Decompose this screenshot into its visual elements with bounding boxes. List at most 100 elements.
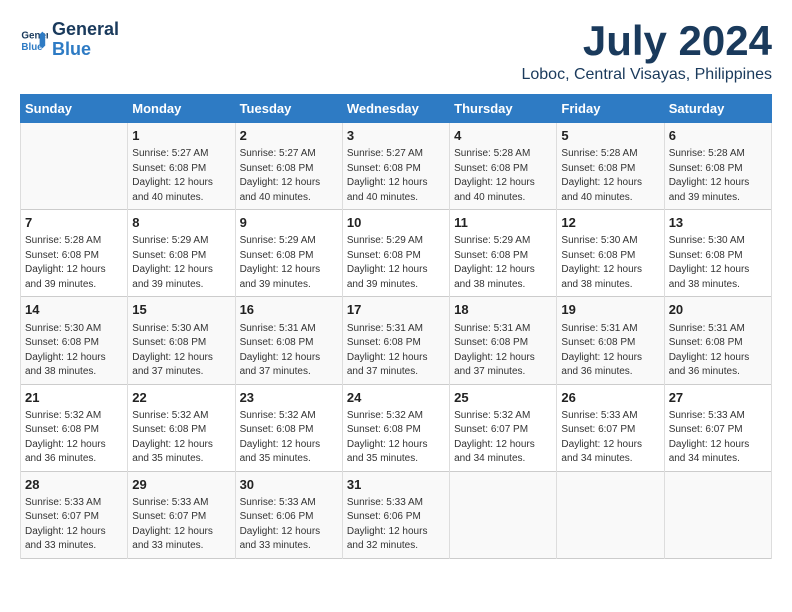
day-content: Sunrise: 5:27 AM Sunset: 6:08 PM Dayligh… (240, 147, 338, 205)
calendar-cell: 22 Sunrise: 5:32 AM Sunset: 6:08 PM Dayli… (128, 384, 235, 471)
calendar-cell: 17Sunrise: 5:31 AM Sunset: 6:08 PM Dayli… (342, 297, 449, 384)
day-content: Sunrise: 5:28 AM Sunset: 6:08 PM Dayligh… (669, 147, 767, 205)
day-number: 27 (669, 389, 767, 407)
calendar-cell: 8Sunrise: 5:29 AM Sunset: 6:08 PM Daylig… (128, 210, 235, 297)
day-content: Sunrise: 5:30 AM Sunset: 6:08 PM Dayligh… (561, 234, 659, 292)
day-content: Sunrise: 5:33 AM Sunset: 6:06 PM Dayligh… (240, 496, 338, 554)
calendar-cell: 15Sunrise: 5:30 AM Sunset: 6:08 PM Dayli… (128, 297, 235, 384)
day-number: 4 (454, 127, 552, 145)
calendar-cell: 1 Sunrise: 5:27 AM Sunset: 6:08 PM Daylig… (128, 123, 235, 210)
header-friday: Friday (557, 95, 664, 123)
day-content: Sunrise: 5:30 AM Sunset: 6:08 PM Dayligh… (25, 322, 123, 380)
header-sunday: Sunday (21, 95, 128, 123)
calendar-week-5: 28 Sunrise: 5:33 AM Sunset: 6:07 PM Dayli… (21, 471, 772, 558)
calendar-cell: 31 Sunrise: 5:33 AM Sunset: 6:06 PM Dayli… (342, 471, 449, 558)
day-content: Sunrise: 5:28 AM Sunset: 6:08 PM Dayligh… (25, 234, 123, 292)
day-number: 7 (25, 214, 123, 232)
day-content: Sunrise: 5:27 AM Sunset: 6:08 PM Dayligh… (132, 147, 230, 205)
calendar-cell: 9Sunrise: 5:29 AM Sunset: 6:08 PM Daylig… (235, 210, 342, 297)
day-content: Sunrise: 5:28 AM Sunset: 6:08 PM Dayligh… (454, 147, 552, 205)
page-title: July 2024 (521, 20, 772, 62)
day-content: Sunrise: 5:32 AM Sunset: 6:07 PM Dayligh… (454, 409, 552, 467)
day-content: Sunrise: 5:33 AM Sunset: 6:07 PM Dayligh… (669, 409, 767, 467)
day-number: 16 (240, 301, 338, 319)
day-content: Sunrise: 5:32 AM Sunset: 6:08 PM Dayligh… (25, 409, 123, 467)
calendar-cell: 13Sunrise: 5:30 AM Sunset: 6:08 PM Dayli… (664, 210, 771, 297)
calendar-cell (557, 471, 664, 558)
calendar-header-row: SundayMondayTuesdayWednesdayThursdayFrid… (21, 95, 772, 123)
calendar-cell: 12 Sunrise: 5:30 AM Sunset: 6:08 PM Dayli… (557, 210, 664, 297)
day-number: 6 (669, 127, 767, 145)
day-number: 20 (669, 301, 767, 319)
day-number: 13 (669, 214, 767, 232)
calendar-cell (21, 123, 128, 210)
calendar-cell: 21Sunrise: 5:32 AM Sunset: 6:08 PM Dayli… (21, 384, 128, 471)
logo-icon: General Blue (20, 26, 48, 54)
day-content: Sunrise: 5:33 AM Sunset: 6:07 PM Dayligh… (561, 409, 659, 467)
calendar-cell: 28 Sunrise: 5:33 AM Sunset: 6:07 PM Dayli… (21, 471, 128, 558)
day-number: 3 (347, 127, 445, 145)
calendar-cell: 4 Sunrise: 5:28 AM Sunset: 6:08 PM Daylig… (450, 123, 557, 210)
calendar-week-2: 7 Sunrise: 5:28 AM Sunset: 6:08 PM Daylig… (21, 210, 772, 297)
day-number: 9 (240, 214, 338, 232)
calendar-cell: 18 Sunrise: 5:31 AM Sunset: 6:08 PM Dayli… (450, 297, 557, 384)
day-number: 31 (347, 476, 445, 494)
header-saturday: Saturday (664, 95, 771, 123)
day-number: 10 (347, 214, 445, 232)
calendar-cell: 20 Sunrise: 5:31 AM Sunset: 6:08 PM Dayli… (664, 297, 771, 384)
header-monday: Monday (128, 95, 235, 123)
calendar-cell: 2 Sunrise: 5:27 AM Sunset: 6:08 PM Daylig… (235, 123, 342, 210)
day-content: Sunrise: 5:31 AM Sunset: 6:08 PM Dayligh… (669, 322, 767, 380)
calendar-cell: 23Sunrise: 5:32 AM Sunset: 6:08 PM Dayli… (235, 384, 342, 471)
header-thursday: Thursday (450, 95, 557, 123)
calendar-cell: 19 Sunrise: 5:31 AM Sunset: 6:08 PM Dayli… (557, 297, 664, 384)
day-content: Sunrise: 5:29 AM Sunset: 6:08 PM Dayligh… (132, 234, 230, 292)
day-content: Sunrise: 5:31 AM Sunset: 6:08 PM Dayligh… (561, 322, 659, 380)
header-wednesday: Wednesday (342, 95, 449, 123)
day-number: 28 (25, 476, 123, 494)
day-number: 2 (240, 127, 338, 145)
calendar-cell: 27 Sunrise: 5:33 AM Sunset: 6:07 PM Dayli… (664, 384, 771, 471)
day-content: Sunrise: 5:30 AM Sunset: 6:08 PM Dayligh… (132, 322, 230, 380)
day-content: Sunrise: 5:33 AM Sunset: 6:06 PM Dayligh… (347, 496, 445, 554)
calendar-cell: 25 Sunrise: 5:32 AM Sunset: 6:07 PM Dayli… (450, 384, 557, 471)
calendar-cell: 7 Sunrise: 5:28 AM Sunset: 6:08 PM Daylig… (21, 210, 128, 297)
calendar-cell: 14 Sunrise: 5:30 AM Sunset: 6:08 PM Dayli… (21, 297, 128, 384)
page-header: General Blue General Blue July 2024 Lobo… (20, 20, 772, 84)
day-number: 14 (25, 301, 123, 319)
day-number: 22 (132, 389, 230, 407)
calendar-cell (664, 471, 771, 558)
day-number: 1 (132, 127, 230, 145)
logo-blue: Blue (52, 40, 119, 60)
calendar-cell: 3 Sunrise: 5:27 AM Sunset: 6:08 PM Daylig… (342, 123, 449, 210)
day-content: Sunrise: 5:29 AM Sunset: 6:08 PM Dayligh… (454, 234, 552, 292)
calendar-cell: 6 Sunrise: 5:28 AM Sunset: 6:08 PM Daylig… (664, 123, 771, 210)
calendar-cell: 5 Sunrise: 5:28 AM Sunset: 6:08 PM Daylig… (557, 123, 664, 210)
logo-general: General (52, 20, 119, 40)
day-number: 19 (561, 301, 659, 319)
day-content: Sunrise: 5:33 AM Sunset: 6:07 PM Dayligh… (25, 496, 123, 554)
day-number: 26 (561, 389, 659, 407)
day-content: Sunrise: 5:32 AM Sunset: 6:08 PM Dayligh… (347, 409, 445, 467)
day-content: Sunrise: 5:32 AM Sunset: 6:08 PM Dayligh… (240, 409, 338, 467)
calendar-week-1: 1 Sunrise: 5:27 AM Sunset: 6:08 PM Daylig… (21, 123, 772, 210)
day-content: Sunrise: 5:28 AM Sunset: 6:08 PM Dayligh… (561, 147, 659, 205)
title-section: July 2024 Loboc, Central Visayas, Philip… (521, 20, 772, 84)
calendar-cell: 24 Sunrise: 5:32 AM Sunset: 6:08 PM Dayli… (342, 384, 449, 471)
day-content: Sunrise: 5:29 AM Sunset: 6:08 PM Dayligh… (347, 234, 445, 292)
day-number: 12 (561, 214, 659, 232)
calendar-cell: 29Sunrise: 5:33 AM Sunset: 6:07 PM Dayli… (128, 471, 235, 558)
day-number: 30 (240, 476, 338, 494)
day-content: Sunrise: 5:27 AM Sunset: 6:08 PM Dayligh… (347, 147, 445, 205)
day-content: Sunrise: 5:32 AM Sunset: 6:08 PM Dayligh… (132, 409, 230, 467)
day-content: Sunrise: 5:31 AM Sunset: 6:08 PM Dayligh… (454, 322, 552, 380)
day-number: 17 (347, 301, 445, 319)
calendar-week-3: 14 Sunrise: 5:30 AM Sunset: 6:08 PM Dayli… (21, 297, 772, 384)
day-number: 24 (347, 389, 445, 407)
day-number: 29 (132, 476, 230, 494)
calendar-cell: 30 Sunrise: 5:33 AM Sunset: 6:06 PM Dayli… (235, 471, 342, 558)
calendar-cell (450, 471, 557, 558)
day-number: 18 (454, 301, 552, 319)
day-number: 5 (561, 127, 659, 145)
day-number: 25 (454, 389, 552, 407)
